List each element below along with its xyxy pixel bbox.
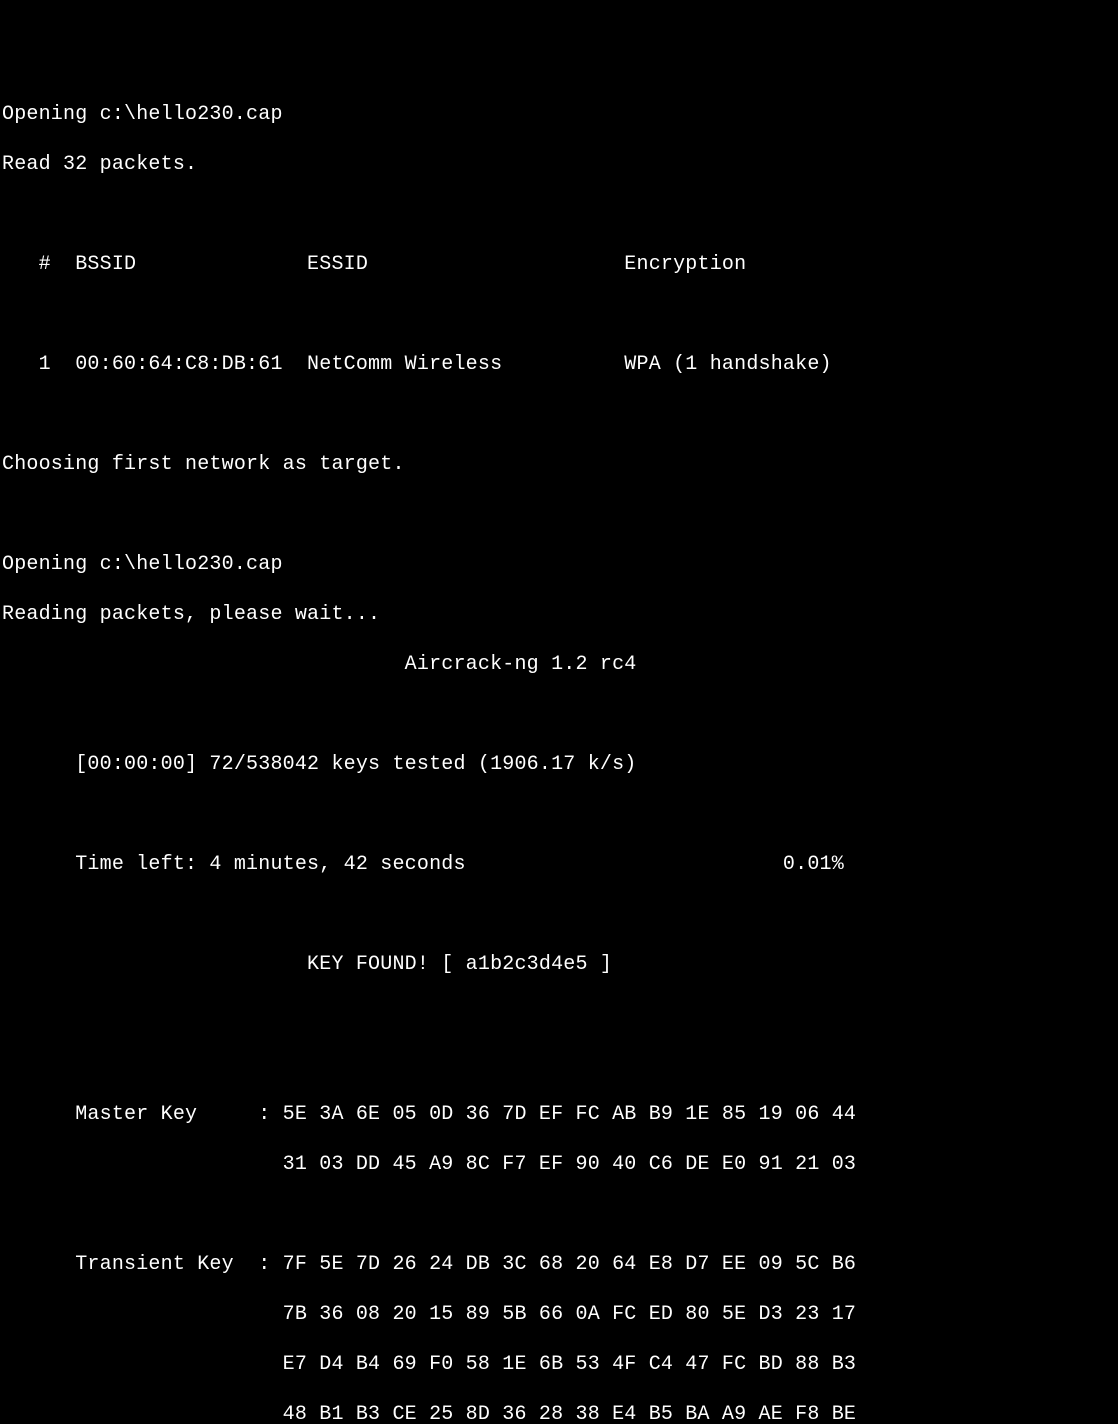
transient-key-line-3: E7 D4 B4 69 F0 58 1E 6B 53 4F C4 47 FC B… xyxy=(2,1352,1118,1377)
blank xyxy=(2,1202,1118,1227)
master-key-line-1: Master Key : 5E 3A 6E 05 0D 36 7D EF FC … xyxy=(2,1102,1118,1127)
reading-packets-line: Reading packets, please wait... xyxy=(2,602,1118,627)
read-packets-line: Read 32 packets. xyxy=(2,152,1118,177)
blank xyxy=(2,902,1118,927)
aircrack-title: Aircrack-ng 1.2 rc4 xyxy=(2,652,1118,677)
blank xyxy=(2,202,1118,227)
blank xyxy=(2,1002,1118,1027)
blank xyxy=(2,702,1118,727)
blank xyxy=(2,302,1118,327)
choosing-target-line: Choosing first network as target. xyxy=(2,452,1118,477)
keys-tested-line: [00:00:00] 72/538042 keys tested (1906.1… xyxy=(2,752,1118,777)
blank xyxy=(2,1052,1118,1077)
opening-line-1: Opening c:\hello230.cap xyxy=(2,102,1118,127)
network-table-header: # BSSID ESSID Encryption xyxy=(2,252,1118,277)
key-found-line: KEY FOUND! [ a1b2c3d4e5 ] xyxy=(2,952,1118,977)
network-table-row: 1 00:60:64:C8:DB:61 NetComm Wireless WPA… xyxy=(2,352,1118,377)
blank xyxy=(2,402,1118,427)
transient-key-line-4: 48 B1 B3 CE 25 8D 36 28 38 E4 B5 BA A9 A… xyxy=(2,1402,1118,1424)
time-left-line: Time left: 4 minutes, 42 seconds 0.01% xyxy=(2,852,1118,877)
opening-line-2: Opening c:\hello230.cap xyxy=(2,552,1118,577)
blank xyxy=(2,802,1118,827)
master-key-line-2: 31 03 DD 45 A9 8C F7 EF 90 40 C6 DE E0 9… xyxy=(2,1152,1118,1177)
transient-key-line-1: Transient Key : 7F 5E 7D 26 24 DB 3C 68 … xyxy=(2,1252,1118,1277)
transient-key-line-2: 7B 36 08 20 15 89 5B 66 0A FC ED 80 5E D… xyxy=(2,1302,1118,1327)
blank xyxy=(2,502,1118,527)
